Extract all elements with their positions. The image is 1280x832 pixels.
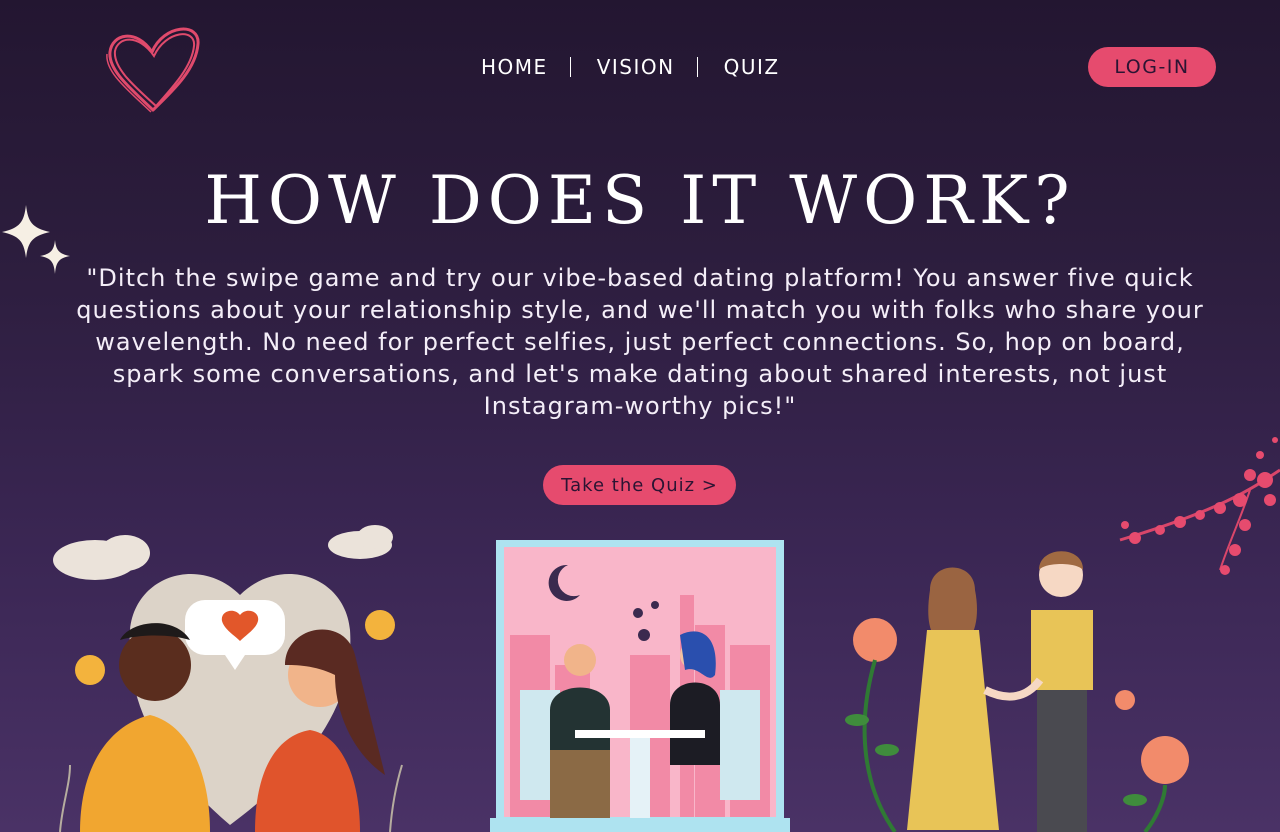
main-nav: HOME VISION QUIZ <box>481 52 780 82</box>
couple-dining-illustration <box>490 540 790 832</box>
login-button[interactable]: LOG-IN <box>1088 47 1216 87</box>
nav-divider <box>696 57 698 77</box>
nav-home[interactable]: HOME <box>481 55 548 79</box>
hero-description: "Ditch the swipe game and try our vibe-b… <box>76 264 1204 420</box>
couple-holding-hands-illustration <box>845 551 1189 832</box>
nav-quiz[interactable]: QUIZ <box>724 55 780 79</box>
nav-divider <box>569 57 571 77</box>
nav-vision[interactable]: VISION <box>597 55 675 79</box>
take-quiz-button[interactable]: Take the Quiz > <box>543 465 736 505</box>
page-title: HOW DOES IT WORK? <box>204 162 1076 239</box>
couple-texting-illustration <box>53 525 403 832</box>
heart-logo-icon[interactable] <box>100 18 210 118</box>
